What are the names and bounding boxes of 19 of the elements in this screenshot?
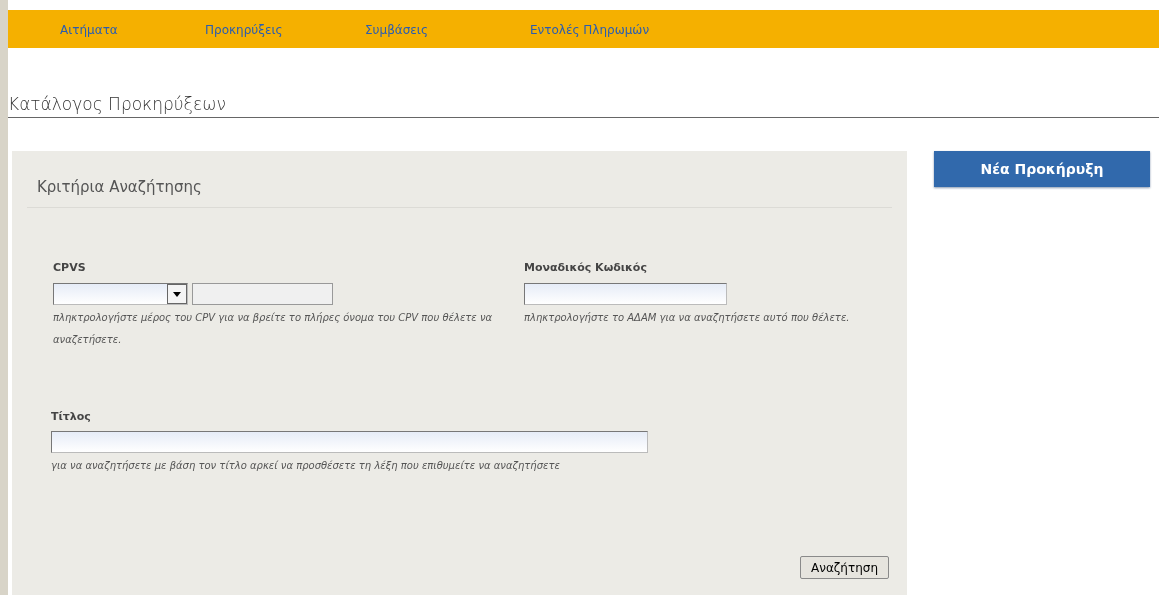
caret-icon	[167, 283, 187, 304]
page-title: Κατάλογος Προκηρύξεων	[8, 93, 1159, 118]
hint-text: για να αναζητήσετε με βάση τον τίτλο αρκεί να προσθέσετε τη λέξη που επιθυμείτε να αναζητήσετε	[51, 459, 561, 473]
input-field[interactable]	[524, 282, 727, 305]
input-field[interactable]	[192, 282, 333, 305]
panel-heading: Κριτήρια Αναζήτησης	[37, 178, 202, 196]
search-button[interactable]: Αναζήτηση	[800, 556, 889, 579]
nav-link[interactable]: Συμβάσεις	[365, 23, 428, 37]
field-label: Τίτλος	[51, 408, 92, 425]
nav-link[interactable]: Εντολές Πληρωμών	[530, 23, 650, 37]
nav-link[interactable]: Προκηρύξεις	[205, 23, 283, 37]
hint-text: πληκτρολογήστε το ΑΔΑΜ για να αναζητήσετε αυτό που θέλετε.	[524, 310, 851, 325]
new-button[interactable]: Νέα Προκήρυξη	[934, 151, 1150, 187]
nav-link[interactable]: Αιτήματα	[60, 23, 118, 37]
input-field[interactable]	[51, 431, 648, 453]
dropdown[interactable]	[53, 282, 188, 305]
hint-text: πληκτρολογήστε μέρος του CPV για να βρείτε το πλήρες όνομα του CPV που θέλετε να αναζετήσετε.	[53, 310, 494, 347]
field-label: Μοναδικός Κωδικός	[524, 260, 648, 276]
field-label: CPVS	[53, 260, 87, 276]
